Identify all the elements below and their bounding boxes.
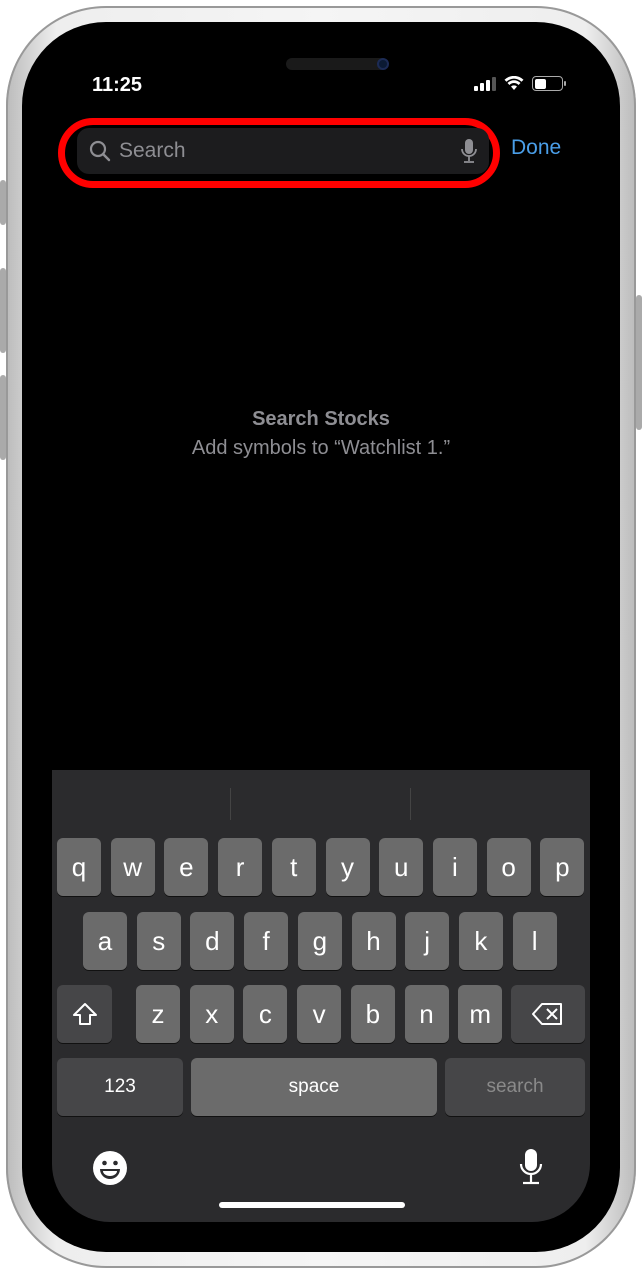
key-c[interactable]: c xyxy=(243,985,288,1043)
key-h[interactable]: h xyxy=(351,912,396,970)
shift-icon xyxy=(72,1003,97,1025)
search-icon xyxy=(89,140,111,162)
key-e[interactable]: e xyxy=(164,838,209,896)
empty-state-subtitle: Add symbols to “Watchlist 1.” xyxy=(191,437,451,459)
camera xyxy=(377,58,389,70)
key-f[interactable]: f xyxy=(244,912,289,970)
key-i[interactable]: i xyxy=(432,838,477,896)
key-g[interactable]: g xyxy=(297,912,342,970)
key-s[interactable]: s xyxy=(136,912,181,970)
key-j[interactable]: j xyxy=(405,912,450,970)
search-bar[interactable] xyxy=(77,128,489,174)
status-icons xyxy=(474,76,566,91)
status-time: 11:25 xyxy=(92,74,143,96)
suggestion-divider xyxy=(410,788,411,820)
key-t[interactable]: t xyxy=(271,838,316,896)
speaker-grille xyxy=(286,58,388,70)
space-key[interactable]: space xyxy=(191,1058,437,1116)
emoji-icon[interactable] xyxy=(92,1150,128,1186)
key-w[interactable]: w xyxy=(110,838,155,896)
key-b[interactable]: b xyxy=(350,985,395,1043)
key-n[interactable]: n xyxy=(404,985,449,1043)
mute-switch xyxy=(0,180,6,225)
key-v[interactable]: v xyxy=(297,985,342,1043)
delete-icon xyxy=(532,1003,562,1025)
home-indicator[interactable] xyxy=(219,1202,405,1208)
key-a[interactable]: a xyxy=(83,912,127,970)
search-input[interactable] xyxy=(119,139,461,163)
dictation-microphone-icon[interactable] xyxy=(519,1148,543,1186)
key-r[interactable]: r xyxy=(218,838,263,896)
key-m[interactable]: m xyxy=(458,985,503,1043)
key-z[interactable]: z xyxy=(136,985,180,1043)
key-q[interactable]: q xyxy=(57,838,101,896)
key-y[interactable]: y xyxy=(325,838,370,896)
empty-state: Search Stocks Add symbols to “Watchlist … xyxy=(0,408,642,460)
numbers-key[interactable]: 123 xyxy=(57,1058,183,1116)
delete-key[interactable] xyxy=(511,985,585,1043)
wifi-icon xyxy=(504,76,524,90)
key-o[interactable]: o xyxy=(486,838,531,896)
shift-key[interactable] xyxy=(57,985,112,1043)
key-l[interactable]: l xyxy=(512,912,557,970)
key-d[interactable]: d xyxy=(190,912,235,970)
key-x[interactable]: x xyxy=(189,985,234,1043)
done-button[interactable]: Done xyxy=(511,136,561,160)
keyboard: 123 space search qwertyuiop asdfghjkl zxcv… xyxy=(52,770,590,1222)
key-k[interactable]: k xyxy=(458,912,503,970)
cellular-signal-icon xyxy=(474,77,496,91)
key-p[interactable]: p xyxy=(540,838,585,896)
key-u[interactable]: u xyxy=(379,838,424,896)
suggestion-divider xyxy=(230,788,231,820)
search-key[interactable]: search xyxy=(445,1058,585,1116)
empty-state-title: Search Stocks xyxy=(252,408,390,430)
microphone-icon[interactable] xyxy=(461,138,477,164)
battery-icon xyxy=(532,76,566,91)
volume-up-button xyxy=(0,268,6,353)
